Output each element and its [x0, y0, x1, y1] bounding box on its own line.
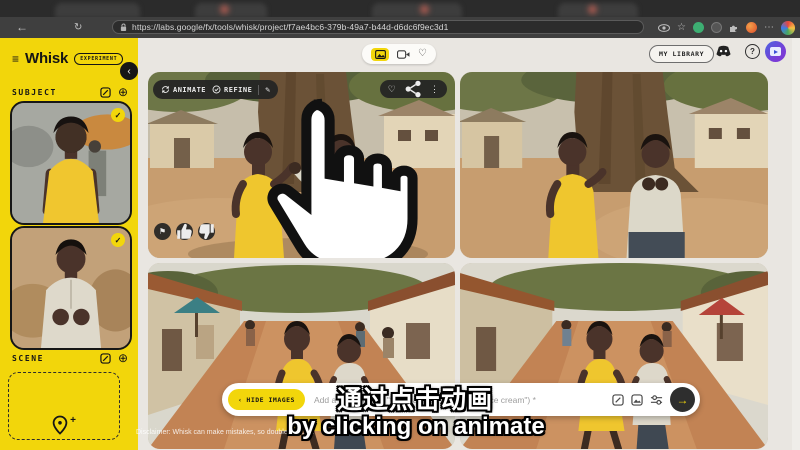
- browser-tab-strip: [0, 0, 800, 17]
- scroll-gutter: [792, 38, 800, 450]
- settings-button[interactable]: [650, 394, 663, 406]
- extensions-puzzle-icon[interactable]: [729, 23, 739, 33]
- reading-mode-icon[interactable]: [658, 24, 670, 32]
- image-remove-icon: [612, 394, 624, 406]
- scene-section-label: SCENE: [12, 354, 44, 363]
- browser-tab[interactable]: [372, 3, 462, 17]
- hamburger-menu-icon[interactable]: ≡: [12, 52, 19, 66]
- mode-toggle: ♡: [362, 44, 436, 64]
- sidebar: ≡ Whisk EXPERIMENT SUBJECT ⊕: [0, 38, 138, 450]
- hand-cursor: [180, 93, 455, 258]
- browser-tab[interactable]: [55, 3, 140, 17]
- subject-card-woman[interactable]: ✓: [10, 101, 132, 225]
- subject-section-label: SUBJECT: [12, 88, 57, 97]
- clear-image-icon[interactable]: [100, 87, 111, 98]
- hide-images-label: HIDE IMAGES: [246, 396, 295, 404]
- back-icon[interactable]: ←: [16, 19, 28, 36]
- clear-scene-icon[interactable]: [100, 353, 111, 364]
- url-text: https://labs.google/fx/tools/whisk/proje…: [132, 22, 448, 32]
- experiment-badge: EXPERIMENT: [74, 53, 123, 65]
- video-mode-icon[interactable]: [397, 50, 410, 59]
- subtitle-chinese: 通过点击动画: [337, 380, 493, 416]
- scene-drop-zone[interactable]: +: [8, 372, 120, 440]
- add-image-button[interactable]: [631, 394, 643, 406]
- favorites-star-icon[interactable]: ☆: [677, 23, 686, 33]
- browser-chrome: ← ↻ https://labs.google/fx/tools/whisk/p…: [0, 0, 800, 38]
- selected-check-icon[interactable]: ✓: [111, 108, 125, 122]
- subject-photo-man: [12, 228, 130, 348]
- browser-menu-icon[interactable]: ⋯: [764, 23, 774, 33]
- browser-tab[interactable]: [558, 3, 638, 17]
- subject-photo-woman: [12, 103, 130, 223]
- tab-favicon: [588, 5, 597, 14]
- images-mode-button[interactable]: [371, 48, 389, 61]
- browser-tab[interactable]: [195, 3, 267, 17]
- url-field[interactable]: https://labs.google/fx/tools/whisk/proje…: [112, 20, 644, 34]
- profile-avatar-icon[interactable]: [781, 21, 795, 35]
- hide-images-button[interactable]: ‹ HIDE IMAGES: [228, 389, 305, 410]
- flag-button[interactable]: ⚑: [154, 223, 171, 240]
- image-frame-icon: [631, 394, 643, 406]
- generated-image-1[interactable]: ANIMATE REFINE ✎ ♡ ⋮ ⚑: [148, 72, 455, 258]
- pin-plus-icon[interactable]: +: [70, 415, 76, 426]
- app-title: Whisk: [25, 50, 68, 67]
- add-scene-icon[interactable]: ⊕: [118, 352, 128, 364]
- extension-icon-dark[interactable]: [711, 22, 722, 33]
- generated-image-2[interactable]: [460, 72, 768, 258]
- extension-icon-green[interactable]: [693, 22, 704, 33]
- question-icon: ?: [750, 47, 755, 56]
- subject-card-man[interactable]: ✓: [10, 226, 132, 350]
- add-subject-icon[interactable]: ⊕: [118, 86, 128, 98]
- selected-check-icon[interactable]: ✓: [111, 233, 125, 247]
- tab-favicon: [420, 5, 429, 14]
- tab-favicon: [220, 5, 229, 14]
- location-pin-icon: [52, 415, 68, 435]
- sidebar-collapse-button[interactable]: ‹: [120, 62, 138, 80]
- subtitle-english: by clicking on animate: [287, 413, 544, 441]
- remove-image-context-button[interactable]: [612, 394, 624, 406]
- photo-couple-under-tree-2: [460, 72, 768, 258]
- animate-icon: [161, 85, 170, 94]
- submit-prompt-button[interactable]: →: [670, 387, 695, 412]
- favorites-mode-icon[interactable]: ♡: [418, 49, 427, 59]
- lock-icon: [120, 23, 127, 32]
- extension-icon-orange[interactable]: [746, 22, 757, 33]
- discord-icon[interactable]: [715, 45, 732, 58]
- refresh-icon[interactable]: ↻: [74, 19, 82, 36]
- flag-icon: ⚑: [159, 227, 166, 236]
- help-button[interactable]: ?: [745, 44, 760, 59]
- sliders-icon: [650, 394, 663, 406]
- my-library-button[interactable]: MY LIBRARY: [649, 45, 714, 63]
- chevron-left-icon: ‹: [238, 396, 242, 404]
- chevron-left-icon: ‹: [127, 66, 130, 77]
- address-bar: ← ↻ https://labs.google/fx/tools/whisk/p…: [0, 17, 800, 38]
- image-icon: [375, 50, 386, 59]
- user-avatar[interactable]: [765, 41, 786, 62]
- arrow-right-icon: →: [677, 393, 689, 407]
